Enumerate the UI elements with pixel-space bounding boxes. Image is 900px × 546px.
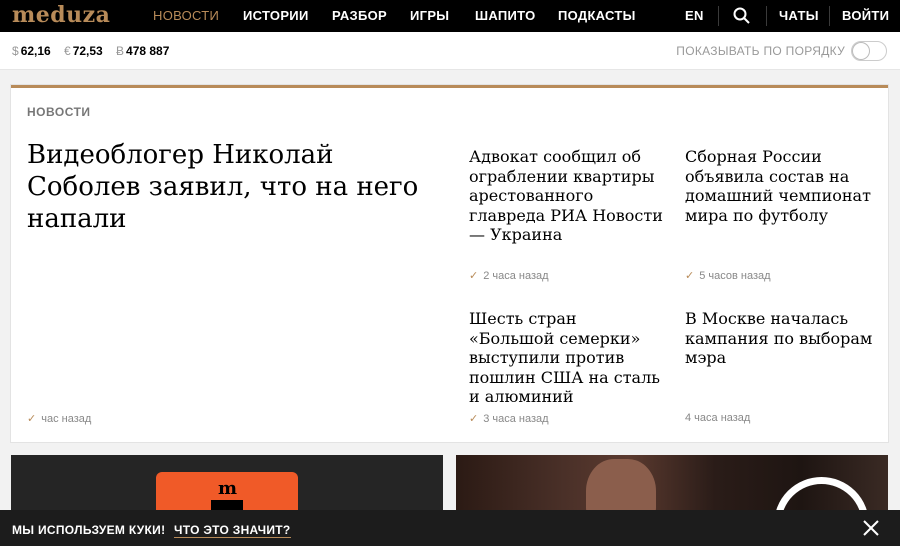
cookie-banner: МЫ ИСПОЛЬЗУЕМ КУКИ! ЧТО ЭТО ЗНАЧИТ?: [0, 510, 900, 546]
rates-bar: $62,16 €72,53 Ƀ 478 887 ПОКАЗЫВАТЬ ПО ПОР…: [0, 32, 900, 70]
read-check-icon: ✓: [469, 413, 479, 425]
order-toggle-label: ПОКАЗЫВАТЬ ПО ПОРЯДКУ: [676, 44, 845, 58]
meduza-logo[interactable]: meduza: [12, 2, 110, 28]
nav-podcasts[interactable]: ПОДКАСТЫ: [558, 0, 636, 32]
login-link[interactable]: ВОЙТИ: [842, 0, 889, 32]
news-item-time: ✓ 5 часов назад: [685, 269, 771, 282]
read-check-icon: ✓: [469, 270, 479, 282]
time-text: 5 часов назад: [699, 270, 771, 282]
news-item-headline[interactable]: Адвокат сообщил об ограблении квартиры а…: [469, 147, 664, 245]
nav-divider: [766, 6, 767, 26]
news-item-time: ✓ 3 часа назад: [469, 412, 549, 425]
btc-symbol: Ƀ: [116, 44, 125, 58]
news-item-time: 4 часа назад: [685, 412, 750, 424]
news-item-headline[interactable]: Шесть стран «Большой семерки» выступили …: [469, 309, 664, 407]
language-switch[interactable]: EN: [685, 0, 704, 32]
news-item-headline[interactable]: Сборная России объявила состав на домашн…: [685, 147, 880, 225]
cookie-info-link[interactable]: ЧТО ЭТО ЗНАЧИТ?: [174, 523, 291, 538]
nav-stories[interactable]: ИСТОРИИ: [243, 0, 309, 32]
section-title: НОВОСТИ: [27, 105, 91, 119]
time-text: 2 часа назад: [483, 270, 549, 282]
top-navigation: meduza НОВОСТИ ИСТОРИИ РАЗБОР ИГРЫ ШАПИТ…: [0, 0, 900, 32]
nav-divider: [718, 6, 719, 26]
search-icon[interactable]: [732, 6, 752, 26]
usd-value: 62,16: [20, 44, 51, 58]
btc-rate: Ƀ 478 887: [116, 44, 169, 58]
toggle-knob: [853, 43, 869, 59]
chats-link[interactable]: ЧАТЫ: [779, 0, 819, 32]
main-news-time: ✓ час назад: [27, 412, 91, 425]
usd-rate: $62,16: [12, 44, 51, 58]
time-text: 3 часа назад: [483, 413, 549, 425]
eur-rate: €72,53: [64, 44, 103, 58]
nav-games[interactable]: ИГРЫ: [410, 0, 449, 32]
close-icon[interactable]: [862, 519, 880, 537]
main-headline[interactable]: Видеоблогер Николай Соболев заявил, что …: [27, 139, 437, 235]
news-item-time: ✓ 2 часа назад: [469, 269, 549, 282]
btc-value: 478 887: [126, 44, 170, 58]
read-check-icon: ✓: [685, 270, 695, 282]
nav-news[interactable]: НОВОСТИ: [153, 0, 219, 32]
news-item-headline[interactable]: В Москве началась кампания по выборам мэ…: [685, 309, 880, 368]
cookie-message: МЫ ИСПОЛЬЗУЕМ КУКИ!: [12, 523, 166, 537]
news-card: НОВОСТИ Видеоблогер Николай Соболев заяв…: [11, 85, 888, 442]
eur-value: 72,53: [72, 44, 103, 58]
time-text: 4 часа назад: [685, 412, 751, 424]
nav-analysis[interactable]: РАЗБОР: [332, 0, 387, 32]
order-toggle[interactable]: [851, 41, 887, 61]
usd-symbol: $: [12, 44, 19, 58]
nav-shapito[interactable]: ШАПИТО: [475, 0, 536, 32]
eur-symbol: €: [64, 44, 71, 58]
nav-divider: [829, 6, 830, 26]
meduza-mini-logo: m: [218, 478, 238, 499]
read-check-icon: ✓: [27, 413, 37, 425]
time-text: час назад: [41, 413, 92, 425]
